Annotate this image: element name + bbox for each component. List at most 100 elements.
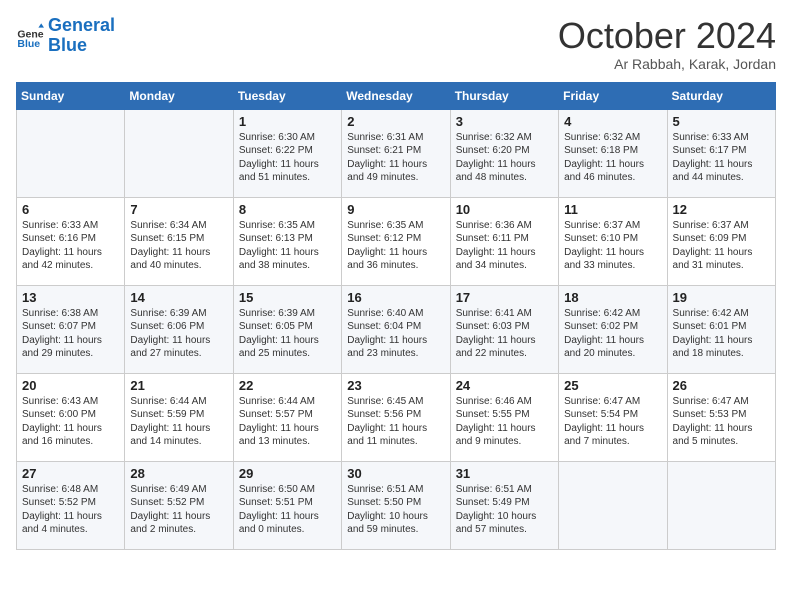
calendar-cell: 12Sunrise: 6:37 AMSunset: 6:09 PMDayligh… <box>667 197 775 285</box>
calendar-week-2: 6 Sunrise: 6:33 AMSunset: 6:16 PMDaylight… <box>17 197 776 285</box>
calendar-week-1: 1 Sunrise: 6:30 AMSunset: 6:22 PMDaylight… <box>17 109 776 197</box>
day-number: 21 <box>130 378 227 393</box>
weekday-header-row: SundayMondayTuesdayWednesdayThursdayFrid… <box>17 82 776 109</box>
day-number: 11 <box>564 202 661 217</box>
calendar-cell: 17 Sunrise: 6:41 AMSunset: 6:03 PMDayligh… <box>450 285 558 373</box>
day-info: Sunrise: 6:31 AMSunset: 6:21 PMDaylight:… <box>347 131 444 185</box>
day-info: Sunrise: 6:32 AMSunset: 6:20 PMDaylight:… <box>456 131 553 185</box>
calendar-cell: 15 Sunrise: 6:39 AMSunset: 6:05 PMDayligh… <box>233 285 341 373</box>
weekday-header-sunday: Sunday <box>17 82 125 109</box>
svg-text:Blue: Blue <box>17 38 40 50</box>
calendar-cell: 31Sunrise: 6:51 AMSunset: 5:49 PMDayligh… <box>450 461 558 549</box>
day-number: 13 <box>22 290 119 305</box>
day-number: 30 <box>347 466 444 481</box>
day-number: 17 <box>456 290 553 305</box>
day-number: 25 <box>564 378 661 393</box>
calendar-cell: 13 Sunrise: 6:38 AMSunset: 6:07 PMDayligh… <box>17 285 125 373</box>
calendar-cell: 26 Sunrise: 6:47 AMSunset: 5:53 PMDayligh… <box>667 373 775 461</box>
day-number: 19 <box>673 290 770 305</box>
calendar-cell: 29 Sunrise: 6:50 AMSunset: 5:51 PMDayligh… <box>233 461 341 549</box>
month-title: October 2024 <box>558 16 776 56</box>
day-info: Sunrise: 6:30 AMSunset: 6:22 PMDaylight:… <box>239 131 336 185</box>
weekday-header-friday: Friday <box>559 82 667 109</box>
calendar-cell: 10 Sunrise: 6:36 AMSunset: 6:11 PMDayligh… <box>450 197 558 285</box>
day-info: Sunrise: 6:47 AMSunset: 5:53 PMDaylight:… <box>673 395 770 449</box>
calendar-cell: 18 Sunrise: 6:42 AMSunset: 6:02 PMDayligh… <box>559 285 667 373</box>
day-info: Sunrise: 6:33 AMSunset: 6:16 PMDaylight:… <box>22 219 119 273</box>
calendar-cell: 27 Sunrise: 6:48 AMSunset: 5:52 PMDayligh… <box>17 461 125 549</box>
calendar-cell: 30 Sunrise: 6:51 AMSunset: 5:50 PMDayligh… <box>342 461 450 549</box>
calendar-cell: 19 Sunrise: 6:42 AMSunset: 6:01 PMDayligh… <box>667 285 775 373</box>
calendar-week-5: 27 Sunrise: 6:48 AMSunset: 5:52 PMDayligh… <box>17 461 776 549</box>
day-number: 28 <box>130 466 227 481</box>
day-number: 12 <box>673 202 770 217</box>
title-block: October 2024 Ar Rabbah, Karak, Jordan <box>558 16 776 72</box>
day-info: Sunrise: 6:35 AMSunset: 6:13 PMDaylight:… <box>239 219 336 273</box>
day-info: Sunrise: 6:50 AMSunset: 5:51 PMDaylight:… <box>239 483 336 537</box>
weekday-header-saturday: Saturday <box>667 82 775 109</box>
calendar-cell: 28Sunrise: 6:49 AMSunset: 5:52 PMDayligh… <box>125 461 233 549</box>
day-info: Sunrise: 6:42 AMSunset: 6:02 PMDaylight:… <box>564 307 661 361</box>
day-info: Sunrise: 6:35 AMSunset: 6:12 PMDaylight:… <box>347 219 444 273</box>
day-number: 23 <box>347 378 444 393</box>
day-number: 10 <box>456 202 553 217</box>
calendar-cell: 23Sunrise: 6:45 AMSunset: 5:56 PMDayligh… <box>342 373 450 461</box>
day-number: 6 <box>22 202 119 217</box>
calendar-cell: 22 Sunrise: 6:44 AMSunset: 5:57 PMDayligh… <box>233 373 341 461</box>
day-info: Sunrise: 6:51 AMSunset: 5:49 PMDaylight:… <box>456 483 553 537</box>
day-info: Sunrise: 6:39 AMSunset: 6:06 PMDaylight:… <box>130 307 227 361</box>
calendar-cell: 6 Sunrise: 6:33 AMSunset: 6:16 PMDaylight… <box>17 197 125 285</box>
day-info: Sunrise: 6:48 AMSunset: 5:52 PMDaylight:… <box>22 483 119 537</box>
day-number: 15 <box>239 290 336 305</box>
page-header: General Blue GeneralBlue October 2024 Ar… <box>16 16 776 72</box>
calendar-cell: 2 Sunrise: 6:31 AMSunset: 6:21 PMDaylight… <box>342 109 450 197</box>
day-info: Sunrise: 6:47 AMSunset: 5:54 PMDaylight:… <box>564 395 661 449</box>
day-number: 22 <box>239 378 336 393</box>
weekday-header-tuesday: Tuesday <box>233 82 341 109</box>
day-number: 7 <box>130 202 227 217</box>
day-info: Sunrise: 6:37 AMSunset: 6:10 PMDaylight:… <box>564 219 661 273</box>
day-info: Sunrise: 6:44 AMSunset: 5:57 PMDaylight:… <box>239 395 336 449</box>
day-number: 2 <box>347 114 444 129</box>
calendar-cell: 25 Sunrise: 6:47 AMSunset: 5:54 PMDayligh… <box>559 373 667 461</box>
calendar-cell: 9 Sunrise: 6:35 AMSunset: 6:12 PMDaylight… <box>342 197 450 285</box>
day-number: 1 <box>239 114 336 129</box>
day-info: Sunrise: 6:42 AMSunset: 6:01 PMDaylight:… <box>673 307 770 361</box>
day-info: Sunrise: 6:51 AMSunset: 5:50 PMDaylight:… <box>347 483 444 537</box>
calendar-cell: 16Sunrise: 6:40 AMSunset: 6:04 PMDayligh… <box>342 285 450 373</box>
day-number: 4 <box>564 114 661 129</box>
logo: General Blue GeneralBlue <box>16 16 115 56</box>
day-number: 18 <box>564 290 661 305</box>
calendar-week-3: 13 Sunrise: 6:38 AMSunset: 6:07 PMDayligh… <box>17 285 776 373</box>
day-info: Sunrise: 6:38 AMSunset: 6:07 PMDaylight:… <box>22 307 119 361</box>
day-info: Sunrise: 6:41 AMSunset: 6:03 PMDaylight:… <box>456 307 553 361</box>
day-number: 24 <box>456 378 553 393</box>
day-number: 8 <box>239 202 336 217</box>
day-number: 5 <box>673 114 770 129</box>
day-number: 14 <box>130 290 227 305</box>
day-info: Sunrise: 6:32 AMSunset: 6:18 PMDaylight:… <box>564 131 661 185</box>
calendar-cell: 21 Sunrise: 6:44 AMSunset: 5:59 PMDayligh… <box>125 373 233 461</box>
day-info: Sunrise: 6:44 AMSunset: 5:59 PMDaylight:… <box>130 395 227 449</box>
day-number: 16 <box>347 290 444 305</box>
weekday-header-monday: Monday <box>125 82 233 109</box>
calendar-week-4: 20 Sunrise: 6:43 AMSunset: 6:00 PMDayligh… <box>17 373 776 461</box>
day-number: 27 <box>22 466 119 481</box>
day-number: 3 <box>456 114 553 129</box>
day-number: 29 <box>239 466 336 481</box>
calendar-cell: 24Sunrise: 6:46 AMSunset: 5:55 PMDayligh… <box>450 373 558 461</box>
day-info: Sunrise: 6:36 AMSunset: 6:11 PMDaylight:… <box>456 219 553 273</box>
calendar-cell <box>125 109 233 197</box>
day-info: Sunrise: 6:43 AMSunset: 6:00 PMDaylight:… <box>22 395 119 449</box>
logo-icon: General Blue <box>16 22 44 50</box>
calendar-cell: 8 Sunrise: 6:35 AMSunset: 6:13 PMDaylight… <box>233 197 341 285</box>
day-number: 20 <box>22 378 119 393</box>
calendar-cell: 11 Sunrise: 6:37 AMSunset: 6:10 PMDayligh… <box>559 197 667 285</box>
logo-text: GeneralBlue <box>48 16 115 56</box>
day-number: 9 <box>347 202 444 217</box>
weekday-header-wednesday: Wednesday <box>342 82 450 109</box>
calendar-cell <box>17 109 125 197</box>
day-number: 26 <box>673 378 770 393</box>
calendar-cell: 14 Sunrise: 6:39 AMSunset: 6:06 PMDayligh… <box>125 285 233 373</box>
day-info: Sunrise: 6:39 AMSunset: 6:05 PMDaylight:… <box>239 307 336 361</box>
